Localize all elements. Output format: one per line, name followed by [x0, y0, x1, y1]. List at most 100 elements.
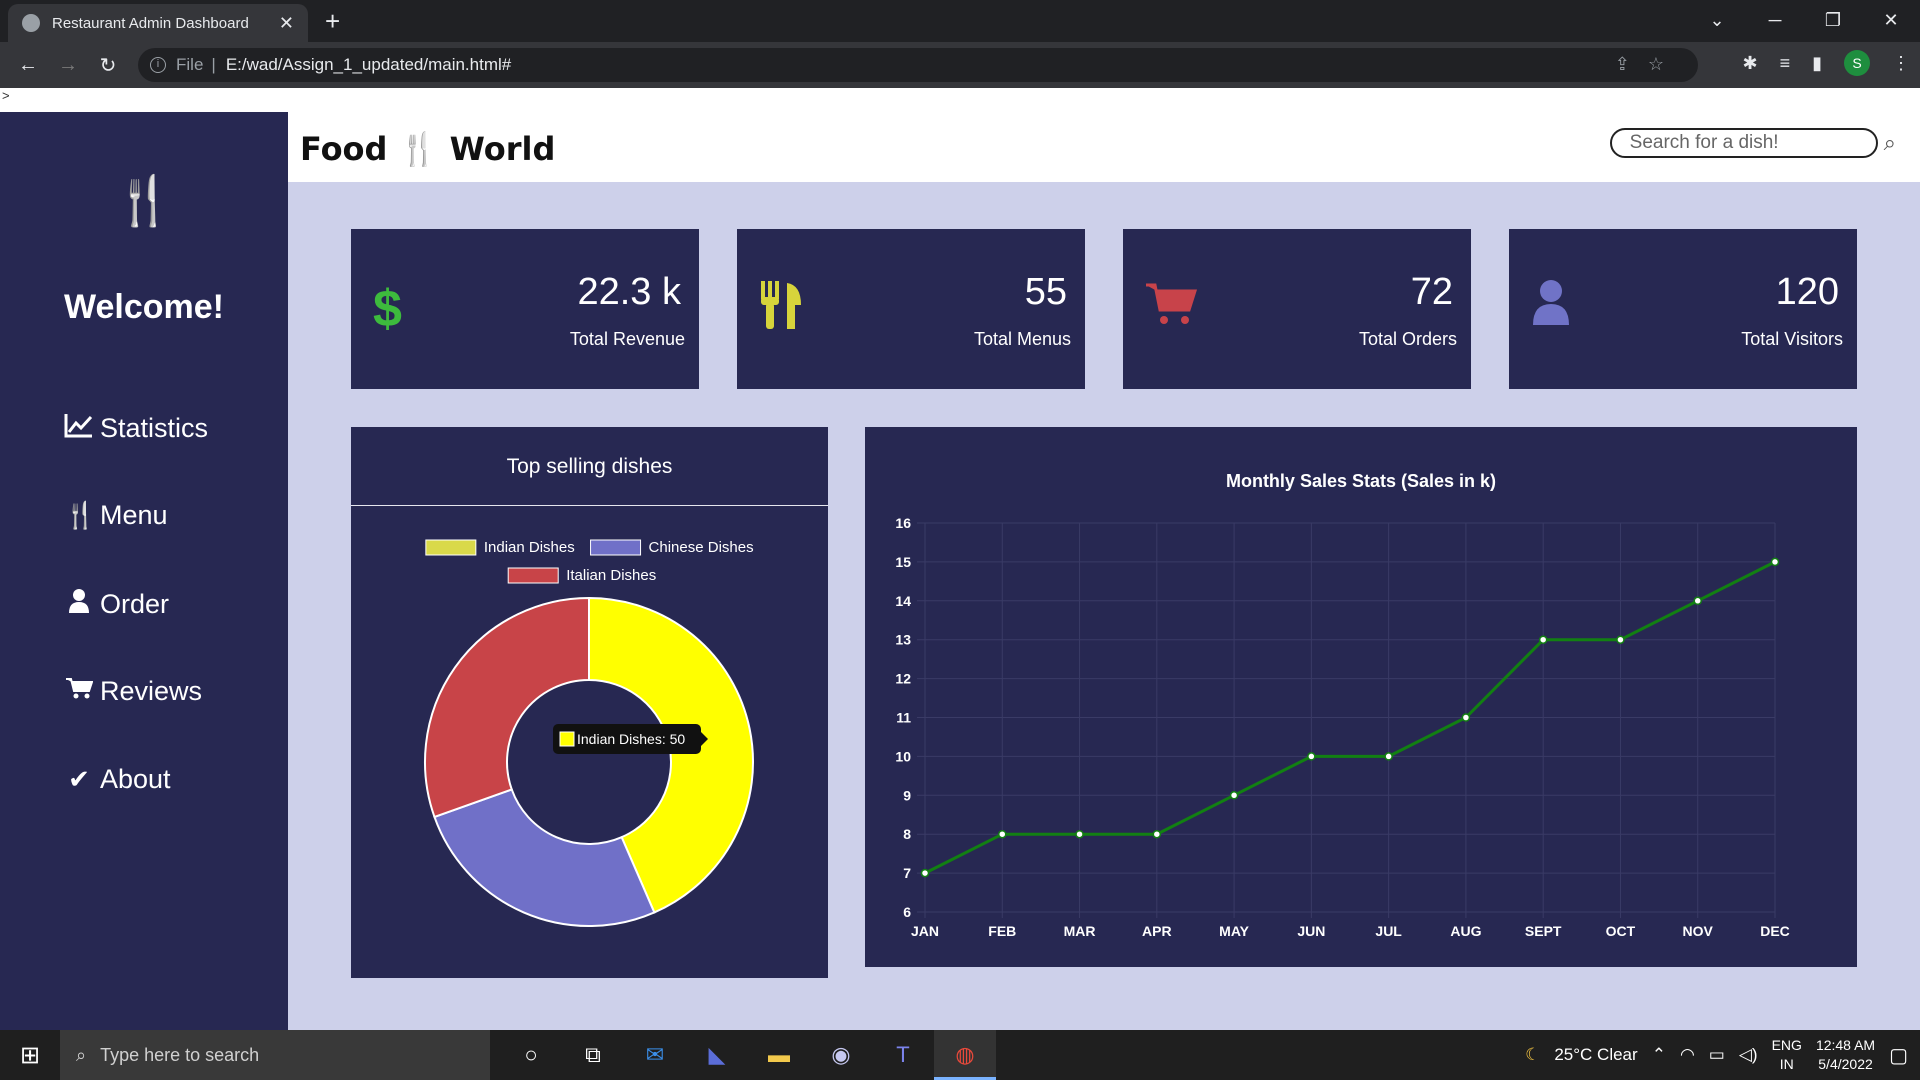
- notification-icon[interactable]: ▢: [1889, 1043, 1908, 1068]
- back-icon[interactable]: ←: [8, 54, 48, 77]
- wifi-icon[interactable]: ◠: [1680, 1045, 1695, 1065]
- windows-start-icon[interactable]: ⊞: [0, 1041, 60, 1070]
- x-tick-label: JUL: [1375, 923, 1402, 939]
- eclipse-icon[interactable]: ◉: [810, 1030, 872, 1080]
- url-text: E:/wad/Assign_1_updated/main.html#: [225, 55, 512, 74]
- profile-avatar[interactable]: S: [1844, 50, 1870, 76]
- battery-icon[interactable]: ▭: [1709, 1045, 1725, 1065]
- x-tick-label: MAY: [1219, 923, 1249, 939]
- x-tick-label: AUG: [1450, 923, 1481, 939]
- user-icon: [1531, 279, 1571, 340]
- welcome-heading: Welcome!: [64, 288, 224, 326]
- file-explorer-icon[interactable]: ▬: [748, 1030, 810, 1080]
- info-icon[interactable]: i: [150, 57, 166, 73]
- taskbar-search[interactable]: ⌕ Type here to search: [60, 1030, 490, 1080]
- menu-kebab-icon[interactable]: ⋮: [1892, 53, 1910, 74]
- utensils-icon: 🍴: [64, 500, 97, 530]
- volume-icon[interactable]: ◁): [1739, 1045, 1758, 1065]
- user-icon: [64, 588, 94, 621]
- sidebar-item-label: Statistics: [100, 413, 209, 443]
- utensils-icon: [759, 279, 803, 344]
- data-point: [1152, 829, 1162, 839]
- x-tick-label: FEB: [988, 923, 1016, 939]
- tooltip-swatch: [559, 731, 575, 747]
- search-icon[interactable]: ⌕: [1884, 130, 1896, 156]
- data-point: [1075, 829, 1084, 839]
- reload-icon[interactable]: ↻: [88, 53, 128, 78]
- stat-card-revenue: $ 22.3 k Total Revenue: [351, 229, 699, 389]
- clock-date: 5/4/2022: [1818, 1056, 1873, 1072]
- brand-left: Food: [300, 130, 388, 168]
- y-tick-label: 11: [896, 710, 911, 726]
- omnibox-tools: ⇪☆: [1615, 54, 1682, 75]
- stat-label: Total Visitors: [1741, 329, 1843, 349]
- restore-icon[interactable]: ❐: [1804, 0, 1862, 42]
- mail-icon[interactable]: ✉: [624, 1030, 686, 1080]
- page-content: > 🍴 Welcome! Statistics 🍴 Menu Order Rev…: [0, 88, 1920, 1030]
- y-tick-label: 16: [895, 515, 911, 531]
- side-panel-icon[interactable]: ▮: [1812, 53, 1822, 74]
- legend-label: Indian Dishes: [484, 539, 575, 556]
- stat-label: Total Orders: [1358, 329, 1457, 349]
- new-tab-button[interactable]: +: [325, 6, 340, 37]
- chart-tooltip: Indian Dishes: 50: [553, 724, 708, 754]
- globe-icon: [22, 14, 40, 32]
- y-tick-label: 14: [895, 593, 911, 609]
- y-tick-label: 9: [903, 787, 911, 803]
- search-input[interactable]: [1609, 128, 1878, 158]
- data-point: [1770, 557, 1780, 567]
- windows-taskbar: ⊞ ⌕ Type here to search ○ ⧉ ✉ ◣ ▬ ◉ T ◍ …: [0, 1030, 1920, 1080]
- y-tick-label: 8: [903, 826, 911, 842]
- top-header: Food 🍴 World ⌕: [288, 112, 1920, 182]
- chevron-up-icon[interactable]: ⌃: [1652, 1045, 1666, 1065]
- forward-icon[interactable]: →: [48, 54, 88, 77]
- sidebar-item-label: Menu: [100, 500, 168, 530]
- extensions-icon[interactable]: ✱: [1742, 53, 1757, 74]
- browser-tab[interactable]: Restaurant Admin Dashboard ✕: [8, 4, 308, 42]
- line-chart: Monthly Sales Stats (Sales in k) 6 7 8 9 10 11…: [895, 471, 1790, 939]
- x-tick-label: OCT: [1606, 923, 1636, 939]
- legend-swatch: [425, 539, 477, 556]
- sidebar-item-about[interactable]: ✔ About: [64, 764, 170, 795]
- close-tab-icon[interactable]: ✕: [279, 13, 294, 34]
- brand-title: Food 🍴 World: [300, 130, 555, 168]
- close-window-icon[interactable]: ✕: [1862, 0, 1920, 42]
- data-point: [1538, 635, 1548, 644]
- clock[interactable]: 12:48 AM 5/4/2022: [1816, 1036, 1875, 1074]
- teams-icon[interactable]: T: [872, 1030, 934, 1080]
- browser-tabstrip: Restaurant Admin Dashboard ✕ + ⌄ ─ ❐ ✕: [0, 0, 1920, 42]
- sidebar-item-statistics[interactable]: Statistics: [64, 412, 208, 445]
- y-tick-label: 15: [895, 554, 911, 570]
- url-separator: |: [211, 55, 216, 74]
- chrome-icon[interactable]: ◍: [934, 1030, 996, 1080]
- vscode-icon[interactable]: ◣: [686, 1030, 748, 1080]
- bookmark-star-icon[interactable]: ☆: [1648, 54, 1682, 74]
- y-tick-label: 10: [895, 748, 911, 764]
- sidebar-item-menu[interactable]: 🍴 Menu: [64, 500, 168, 531]
- url-scheme: File: [176, 55, 204, 74]
- sidebar-item-reviews[interactable]: Reviews: [64, 676, 202, 707]
- media-icon[interactable]: ≡: [1780, 53, 1791, 74]
- stat-card-menus: 55 Total Menus: [737, 229, 1085, 389]
- top-selling-panel: Top selling dishes Indian Dishes Chinese …: [351, 427, 828, 978]
- language-indicator[interactable]: ENG IN: [1772, 1036, 1802, 1074]
- share-icon[interactable]: ⇪: [1615, 54, 1648, 74]
- minimize-icon[interactable]: ─: [1746, 0, 1804, 42]
- legend-label: Chinese Dishes: [649, 539, 754, 556]
- taskbar-apps: ○ ⧉ ✉ ◣ ▬ ◉ T ◍: [500, 1030, 996, 1080]
- x-tick-label: DEC: [1760, 923, 1790, 939]
- browser-toolbar: ← → ↻ i File | E:/wad/Assign_1_updated/m…: [0, 42, 1920, 88]
- weather-text[interactable]: 25°C Clear: [1554, 1045, 1637, 1065]
- x-tick-label: JUN: [1297, 923, 1325, 939]
- x-tick-label: NOV: [1683, 923, 1714, 939]
- data-point: [920, 868, 930, 878]
- cortana-icon[interactable]: ○: [500, 1030, 562, 1080]
- brand-utensils-icon: 🍴: [398, 130, 439, 168]
- monthly-sales-panel: Monthly Sales Stats (Sales in k) 6 7 8 9 10 11…: [865, 427, 1857, 967]
- task-view-icon[interactable]: ⧉: [562, 1030, 624, 1080]
- tab-search-icon[interactable]: ⌄: [1688, 0, 1746, 42]
- sidebar-item-order[interactable]: Order: [64, 588, 169, 621]
- address-bar[interactable]: i File | E:/wad/Assign_1_updated/main.ht…: [138, 48, 1698, 82]
- y-tick-label: 7: [903, 865, 911, 881]
- data-point: [1229, 791, 1239, 800]
